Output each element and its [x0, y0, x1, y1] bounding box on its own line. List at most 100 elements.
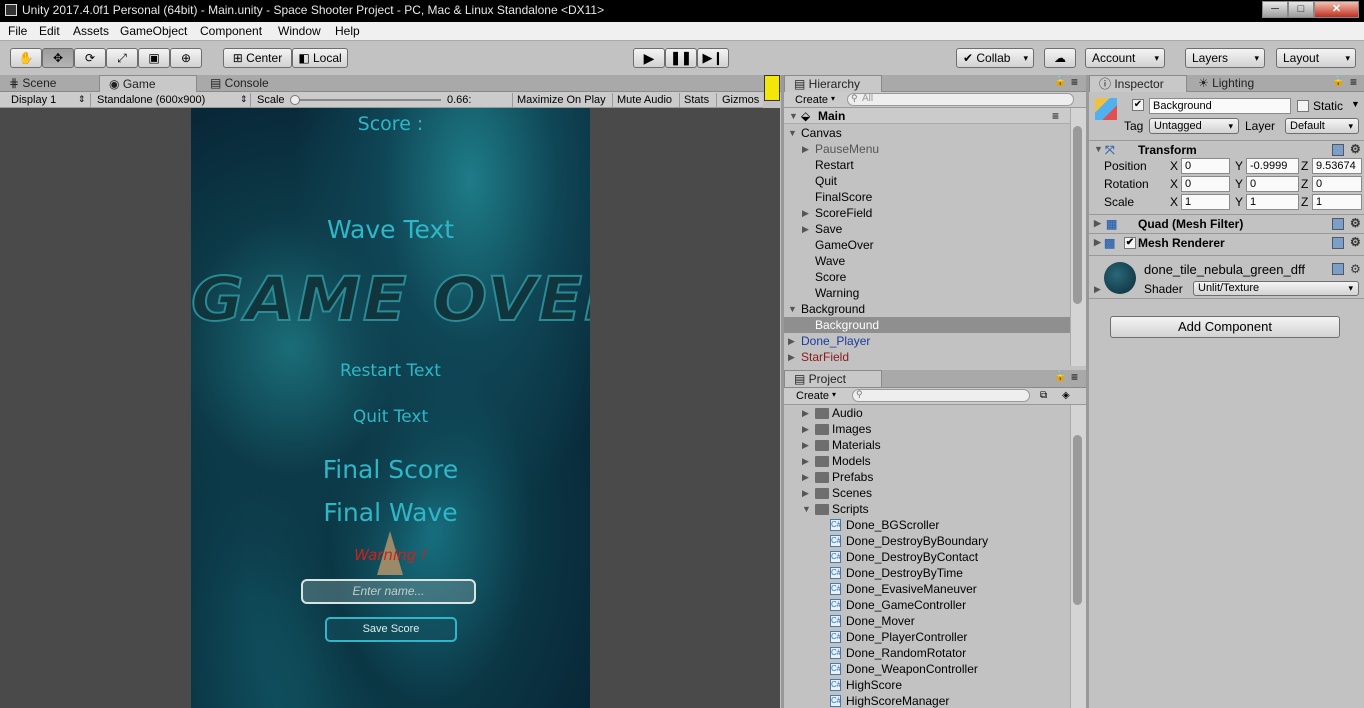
filter-type-icon[interactable]: ⧉: [1040, 390, 1047, 401]
mesh-renderer-expand-icon[interactable]: ▶: [1094, 237, 1101, 248]
tab-console[interactable]: ▤ Console: [201, 75, 301, 92]
project-scrollbar[interactable]: [1070, 405, 1086, 708]
minimize-button[interactable]: ─: [1262, 1, 1288, 18]
tab-hierarchy[interactable]: ▤ Hierarchy: [784, 75, 882, 92]
hierarchy-item[interactable]: ▶ Done_Player: [784, 333, 1070, 349]
hierarchy-item[interactable]: ▶ Save: [784, 221, 1070, 237]
mesh-renderer-settings-icon[interactable]: ⚙: [1350, 235, 1361, 249]
mesh-renderer-header[interactable]: ▶ ▩ ✔ Mesh Renderer ⚙: [1089, 233, 1364, 252]
collapse-arrow-icon[interactable]: ▶: [788, 333, 795, 349]
scene-menu-icon[interactable]: ≡: [1052, 108, 1059, 124]
script-item[interactable]: C# Done_DestroyByContact: [784, 549, 1070, 565]
hierarchy-search-input[interactable]: ⚲ All: [847, 93, 1074, 106]
scene-row[interactable]: ▼ ⬙ Main ≡: [784, 108, 1070, 124]
display-dropdown[interactable]: Display 1: [11, 94, 56, 106]
hierarchy-item[interactable]: Warning: [784, 285, 1070, 301]
maximize-button[interactable]: □: [1288, 1, 1314, 18]
transform-settings-icon[interactable]: ⚙: [1350, 142, 1361, 156]
pivot-local-button[interactable]: ◧ Local: [292, 48, 348, 68]
material-settings-icon[interactable]: ⚙: [1350, 262, 1361, 276]
transform-expand-icon[interactable]: ▼: [1094, 144, 1103, 154]
script-item[interactable]: C# Done_GameController: [784, 597, 1070, 613]
menu-file[interactable]: File: [8, 24, 27, 38]
scale-slider-thumb[interactable]: [290, 95, 300, 105]
collab-dropdown[interactable]: ✔ Collab: [956, 48, 1034, 68]
gizmos-toggle[interactable]: Gizmos: [722, 94, 759, 106]
tag-dropdown[interactable]: Untagged: [1149, 118, 1239, 134]
add-component-button[interactable]: Add Component: [1110, 316, 1340, 338]
folder-item[interactable]: ▶ Scenes: [784, 485, 1070, 501]
folder-arrow-icon[interactable]: ▶: [802, 421, 809, 437]
project-search-input[interactable]: ⚲: [852, 389, 1030, 402]
mesh-filter-settings-icon[interactable]: ⚙: [1350, 216, 1361, 230]
project-lock-icon[interactable]: 🔒: [1054, 371, 1066, 382]
folder-item[interactable]: ▶ Materials: [784, 437, 1070, 453]
project-scroll-thumb[interactable]: [1073, 435, 1082, 605]
save-score-button[interactable]: Save Score: [325, 617, 457, 642]
tab-game[interactable]: ◉ Game: [99, 75, 197, 92]
rotation-x-field[interactable]: 0: [1181, 176, 1230, 192]
move-tool-button[interactable]: ✥: [42, 48, 74, 68]
expand-arrow-icon[interactable]: ▼: [788, 301, 797, 317]
tab-inspector[interactable]: ⓘ Inspector: [1089, 75, 1187, 92]
name-input[interactable]: Enter name...: [301, 579, 476, 604]
position-x-field[interactable]: 0: [1181, 158, 1230, 174]
tab-project[interactable]: ▤ Project: [784, 370, 882, 387]
material-expand-icon[interactable]: ▶: [1094, 284, 1101, 295]
script-item[interactable]: C# Done_DestroyByBoundary: [784, 533, 1070, 549]
collapse-arrow-icon[interactable]: ▶: [788, 349, 795, 365]
hierarchy-item[interactable]: ▼ Background: [784, 301, 1070, 317]
script-item[interactable]: C# Done_RandomRotator: [784, 645, 1070, 661]
pause-button[interactable]: ❚❚: [665, 48, 697, 68]
hierarchy-item[interactable]: Wave: [784, 253, 1070, 269]
restart-text[interactable]: Restart Text: [191, 361, 590, 381]
folder-arrow-icon[interactable]: ▶: [802, 405, 809, 421]
script-item[interactable]: C# Done_PlayerController: [784, 629, 1070, 645]
step-button[interactable]: ▶❙: [697, 48, 729, 68]
object-name-field[interactable]: Background: [1149, 98, 1291, 114]
panel-menu-icon[interactable]: ≡: [1071, 75, 1078, 89]
cloud-button[interactable]: ☁: [1044, 48, 1076, 68]
hierarchy-item[interactable]: ▶ StarField: [784, 349, 1070, 365]
hierarchy-item[interactable]: ▶ PauseMenu: [784, 141, 1070, 157]
transform-header[interactable]: ▼ ⤧ Transform ⚙: [1089, 140, 1364, 159]
folder-arrow-icon[interactable]: ▶: [802, 437, 809, 453]
scale-z-field[interactable]: 1: [1312, 194, 1362, 210]
script-item[interactable]: C# Done_BGScroller: [784, 517, 1070, 533]
menu-component[interactable]: Component: [200, 24, 262, 38]
game-screen[interactable]: Score : Wave Text GAME OVER Restart Text…: [191, 108, 590, 708]
mesh-filter-expand-icon[interactable]: ▶: [1094, 218, 1101, 229]
hand-tool-button[interactable]: ✋: [10, 48, 42, 68]
collapse-arrow-icon[interactable]: ▶: [802, 221, 809, 237]
hierarchy-item[interactable]: FinalScore: [784, 189, 1070, 205]
active-checkbox[interactable]: ✔: [1132, 99, 1144, 111]
material-help-icon[interactable]: [1332, 263, 1344, 275]
menu-edit[interactable]: Edit: [39, 24, 60, 38]
folder-item[interactable]: ▶ Models: [784, 453, 1070, 469]
menu-help[interactable]: Help: [335, 24, 360, 38]
scale-x-field[interactable]: 1: [1181, 194, 1230, 210]
inspector-menu-icon[interactable]: ≡: [1350, 75, 1357, 89]
transform-tool-button[interactable]: ⊕: [170, 48, 202, 68]
static-chevron-icon[interactable]: ▼: [1351, 99, 1360, 109]
hierarchy-item[interactable]: Quit: [784, 173, 1070, 189]
scale-tool-button[interactable]: ⤢: [106, 48, 138, 68]
close-button[interactable]: ✕: [1314, 1, 1359, 18]
collapse-arrow-icon[interactable]: ▶: [802, 205, 809, 221]
menu-window[interactable]: Window: [278, 24, 321, 38]
rotation-z-field[interactable]: 0: [1312, 176, 1362, 192]
script-item[interactable]: C# Done_Mover: [784, 613, 1070, 629]
layout-dropdown[interactable]: Layout: [1276, 48, 1356, 68]
pivot-center-button[interactable]: ⊞ Center: [223, 48, 292, 68]
account-dropdown[interactable]: Account: [1085, 48, 1165, 68]
rotation-y-field[interactable]: 0: [1246, 176, 1299, 192]
static-checkbox[interactable]: [1297, 100, 1309, 112]
folder-arrow-icon[interactable]: ▼: [802, 501, 811, 517]
mesh-filter-header[interactable]: ▶ ▦ Quad (Mesh Filter) ⚙: [1089, 214, 1364, 233]
filter-label-icon[interactable]: ◈: [1062, 390, 1070, 401]
help-book-icon[interactable]: [1332, 144, 1344, 156]
script-item[interactable]: C# HighScoreManager: [784, 693, 1070, 708]
shader-dropdown[interactable]: Unlit/Texture: [1193, 281, 1359, 296]
mesh-renderer-help-icon[interactable]: [1332, 237, 1344, 249]
folder-arrow-icon[interactable]: ▶: [802, 485, 809, 501]
